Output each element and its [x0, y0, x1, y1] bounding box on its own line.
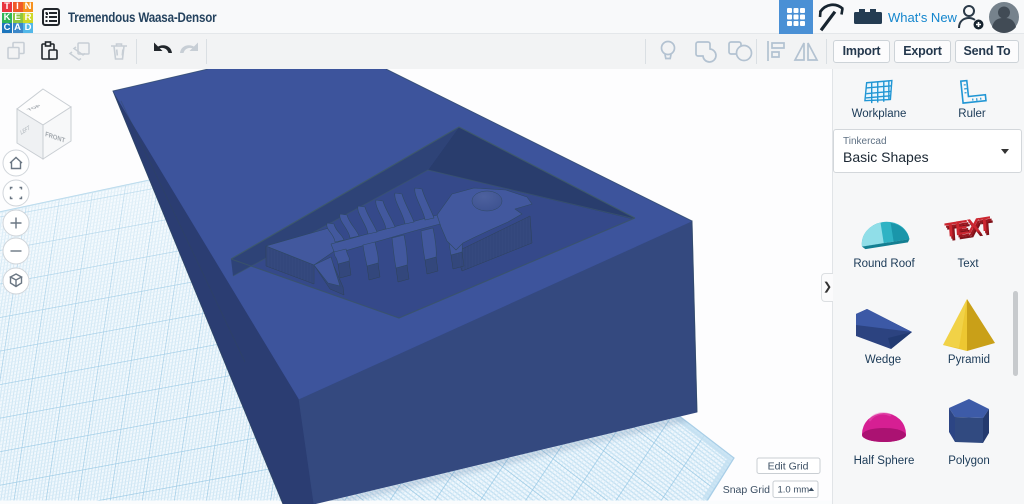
svg-text:Edit Grid: Edit Grid [768, 461, 809, 473]
svg-text:Wedge: Wedge [865, 354, 901, 366]
svg-text:1.0 mm: 1.0 mm [778, 485, 810, 496]
svg-text:Half Sphere: Half Sphere [854, 455, 915, 467]
svg-text:Round Roof: Round Roof [853, 258, 915, 270]
svg-text:Snap Grid: Snap Grid [723, 484, 770, 496]
svg-text:Pyramid: Pyramid [948, 354, 990, 366]
svg-text:Polygon: Polygon [948, 455, 990, 467]
svg-text:Text: Text [957, 258, 979, 270]
